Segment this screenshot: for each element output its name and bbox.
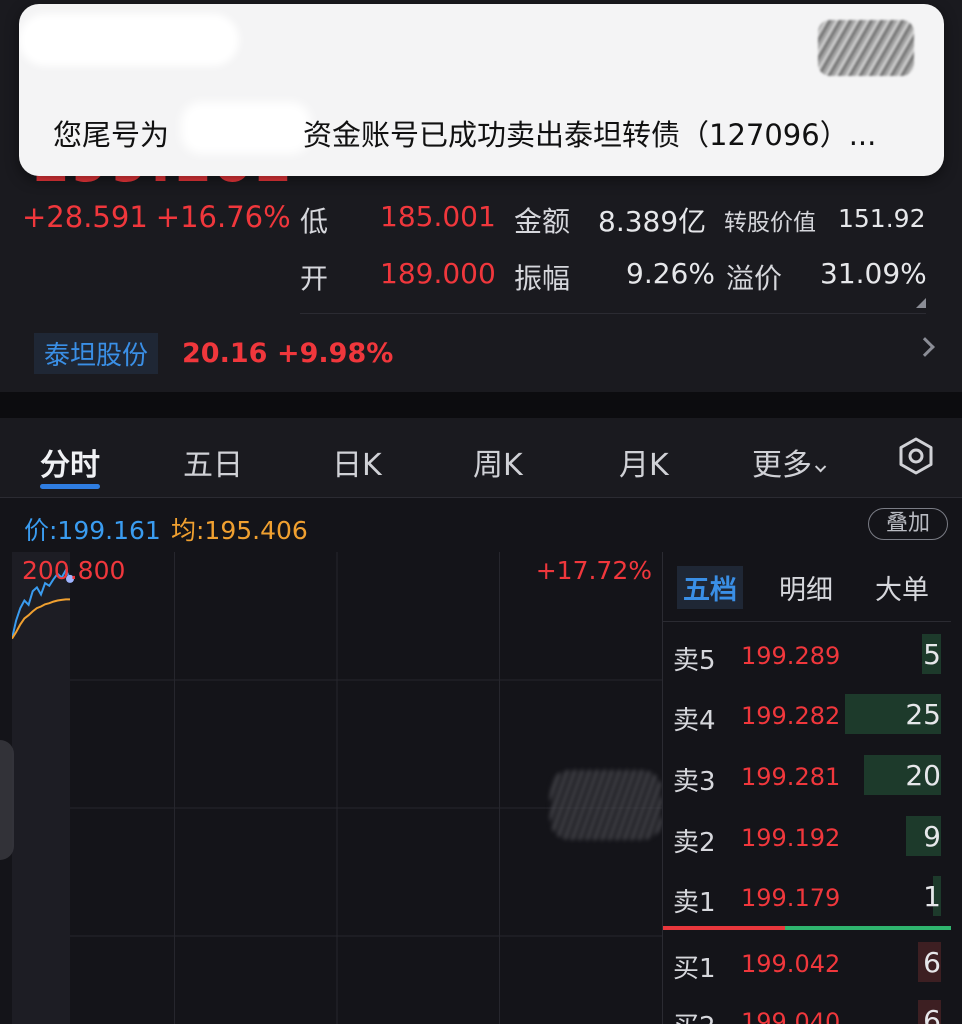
sell-row-4[interactable]: 卖4 199.282 25: [663, 686, 951, 742]
amount-value: 8.389亿: [598, 205, 707, 238]
buy-level-label: 买1: [673, 954, 716, 984]
chart-avg-readout: 均:195.406: [171, 516, 308, 545]
sell-volume: 5: [923, 638, 941, 671]
chart-top-price-label: 200.800: [22, 556, 126, 585]
buy-volume: 6: [923, 946, 941, 979]
sell-volume: 20: [905, 759, 941, 792]
sell-price: 199.179: [741, 884, 841, 912]
tab-more-label: 更多: [752, 448, 812, 483]
underlying-stock-name[interactable]: 泰坦股份: [34, 333, 159, 374]
underlying-stock-row[interactable]: 泰坦股份 20.16 +9.98%: [34, 330, 935, 382]
app-icon-redacted: [818, 20, 914, 76]
section-separator: [0, 392, 962, 418]
tab-five-day[interactable]: 五日: [183, 440, 243, 484]
amount-label: 金额: [514, 205, 571, 238]
premium-value: 31.09%: [820, 257, 927, 290]
chevron-right-icon[interactable]: [915, 337, 935, 357]
tab-more[interactable]: 更多: [752, 440, 827, 484]
notification-text-suffix: 资金账号已成功卖出泰坦转债（127096）...: [303, 118, 877, 152]
open-label: 开: [300, 262, 329, 295]
sell-row-5[interactable]: 卖5 199.289 5: [663, 626, 951, 682]
underlying-stock-price: 20.16: [182, 338, 268, 369]
sell-price: 199.192: [741, 824, 841, 852]
sell-ratio-segment: [785, 926, 951, 930]
buy-price: 199.042: [741, 950, 841, 978]
conversion-value: 151.92: [838, 204, 926, 233]
tab-details[interactable]: 明细: [779, 568, 833, 607]
sell-level-label: 卖1: [673, 888, 716, 918]
expand-corner-icon[interactable]: [916, 298, 926, 308]
account-number-redacted: [181, 102, 311, 154]
tab-large-orders[interactable]: 大单: [875, 568, 929, 607]
sell-volume: 9: [923, 820, 941, 853]
sell-volume: 1: [923, 880, 941, 913]
price-change-pct: +16.76%: [155, 200, 291, 234]
trade-notification-banner[interactable]: 您尾号为 资金账号已成功卖出泰坦转债（127096）...: [19, 4, 944, 176]
sell-level-label: 卖3: [673, 767, 716, 797]
tab-weekly-k[interactable]: 周K: [473, 440, 523, 484]
sell-price: 199.281: [741, 763, 841, 791]
buy-row-2[interactable]: 买2 199.040 6: [663, 992, 951, 1024]
sell-price: 199.282: [741, 702, 841, 730]
chevron-down-icon: [814, 461, 827, 473]
buy-ratio-segment: [663, 926, 785, 930]
settings-hexagon-icon[interactable]: [896, 436, 936, 476]
low-label: 低: [300, 205, 329, 238]
sell-row-2[interactable]: 卖2 199.192 9: [663, 808, 951, 864]
amplitude-value: 9.26%: [626, 257, 715, 290]
premium-label: 溢价: [726, 262, 783, 295]
chart-price-readout: 价:199.161: [24, 516, 161, 545]
low-value: 185.001: [380, 200, 496, 233]
chart-period-tabs: 分时 五日 日K 周K 月K 更多: [0, 418, 962, 498]
tab-intraday[interactable]: 分时: [40, 440, 100, 484]
amplitude-label: 振幅: [514, 262, 571, 295]
notification-title-redacted: [19, 14, 239, 66]
blur-scribble: [550, 770, 662, 840]
overlay-button[interactable]: 叠加: [868, 508, 948, 540]
header-divider: [300, 313, 926, 314]
order-book: 五档 明细 大单 卖5 199.289 5 卖4 199.282 25 卖3 1…: [662, 552, 962, 1024]
underlying-stock-change: +9.98%: [277, 338, 394, 369]
buy-volume: 6: [923, 1004, 941, 1024]
tab-monthly-k[interactable]: 月K: [619, 440, 669, 484]
price-change: +28.591: [22, 200, 148, 234]
chart-top-pct-label: +17.72%: [535, 556, 652, 585]
buy-price: 199.040: [741, 1008, 841, 1024]
sell-row-1[interactable]: 卖1 199.179 1: [663, 868, 951, 924]
tab-daily-k[interactable]: 日K: [332, 440, 382, 484]
sell-price: 199.289: [741, 642, 841, 670]
sell-level-label: 卖2: [673, 828, 716, 858]
buy-level-label: 买2: [673, 1006, 716, 1024]
tab-five-levels[interactable]: 五档: [677, 566, 743, 609]
order-book-tabs: 五档 明细 大单: [663, 552, 951, 622]
sell-level-label: 卖5: [673, 646, 716, 676]
edge-handle: [0, 740, 14, 860]
price-change-row: +28.591 +16.76%: [22, 200, 291, 234]
open-value: 189.000: [380, 257, 496, 290]
conversion-value-label: 转股价值: [724, 210, 816, 236]
sell-level-label: 卖4: [673, 706, 716, 736]
buy-row-1[interactable]: 买1 199.042 6: [663, 934, 951, 990]
sell-volume: 25: [905, 698, 941, 731]
sell-row-3[interactable]: 卖3 199.281 20: [663, 747, 951, 803]
notification-text-prefix: 您尾号为: [53, 118, 170, 152]
chart-info-row: 价:199.161 均:195.406 叠加: [0, 499, 962, 551]
buy-sell-ratio-bar: [663, 926, 951, 930]
active-tab-indicator: [40, 484, 100, 489]
